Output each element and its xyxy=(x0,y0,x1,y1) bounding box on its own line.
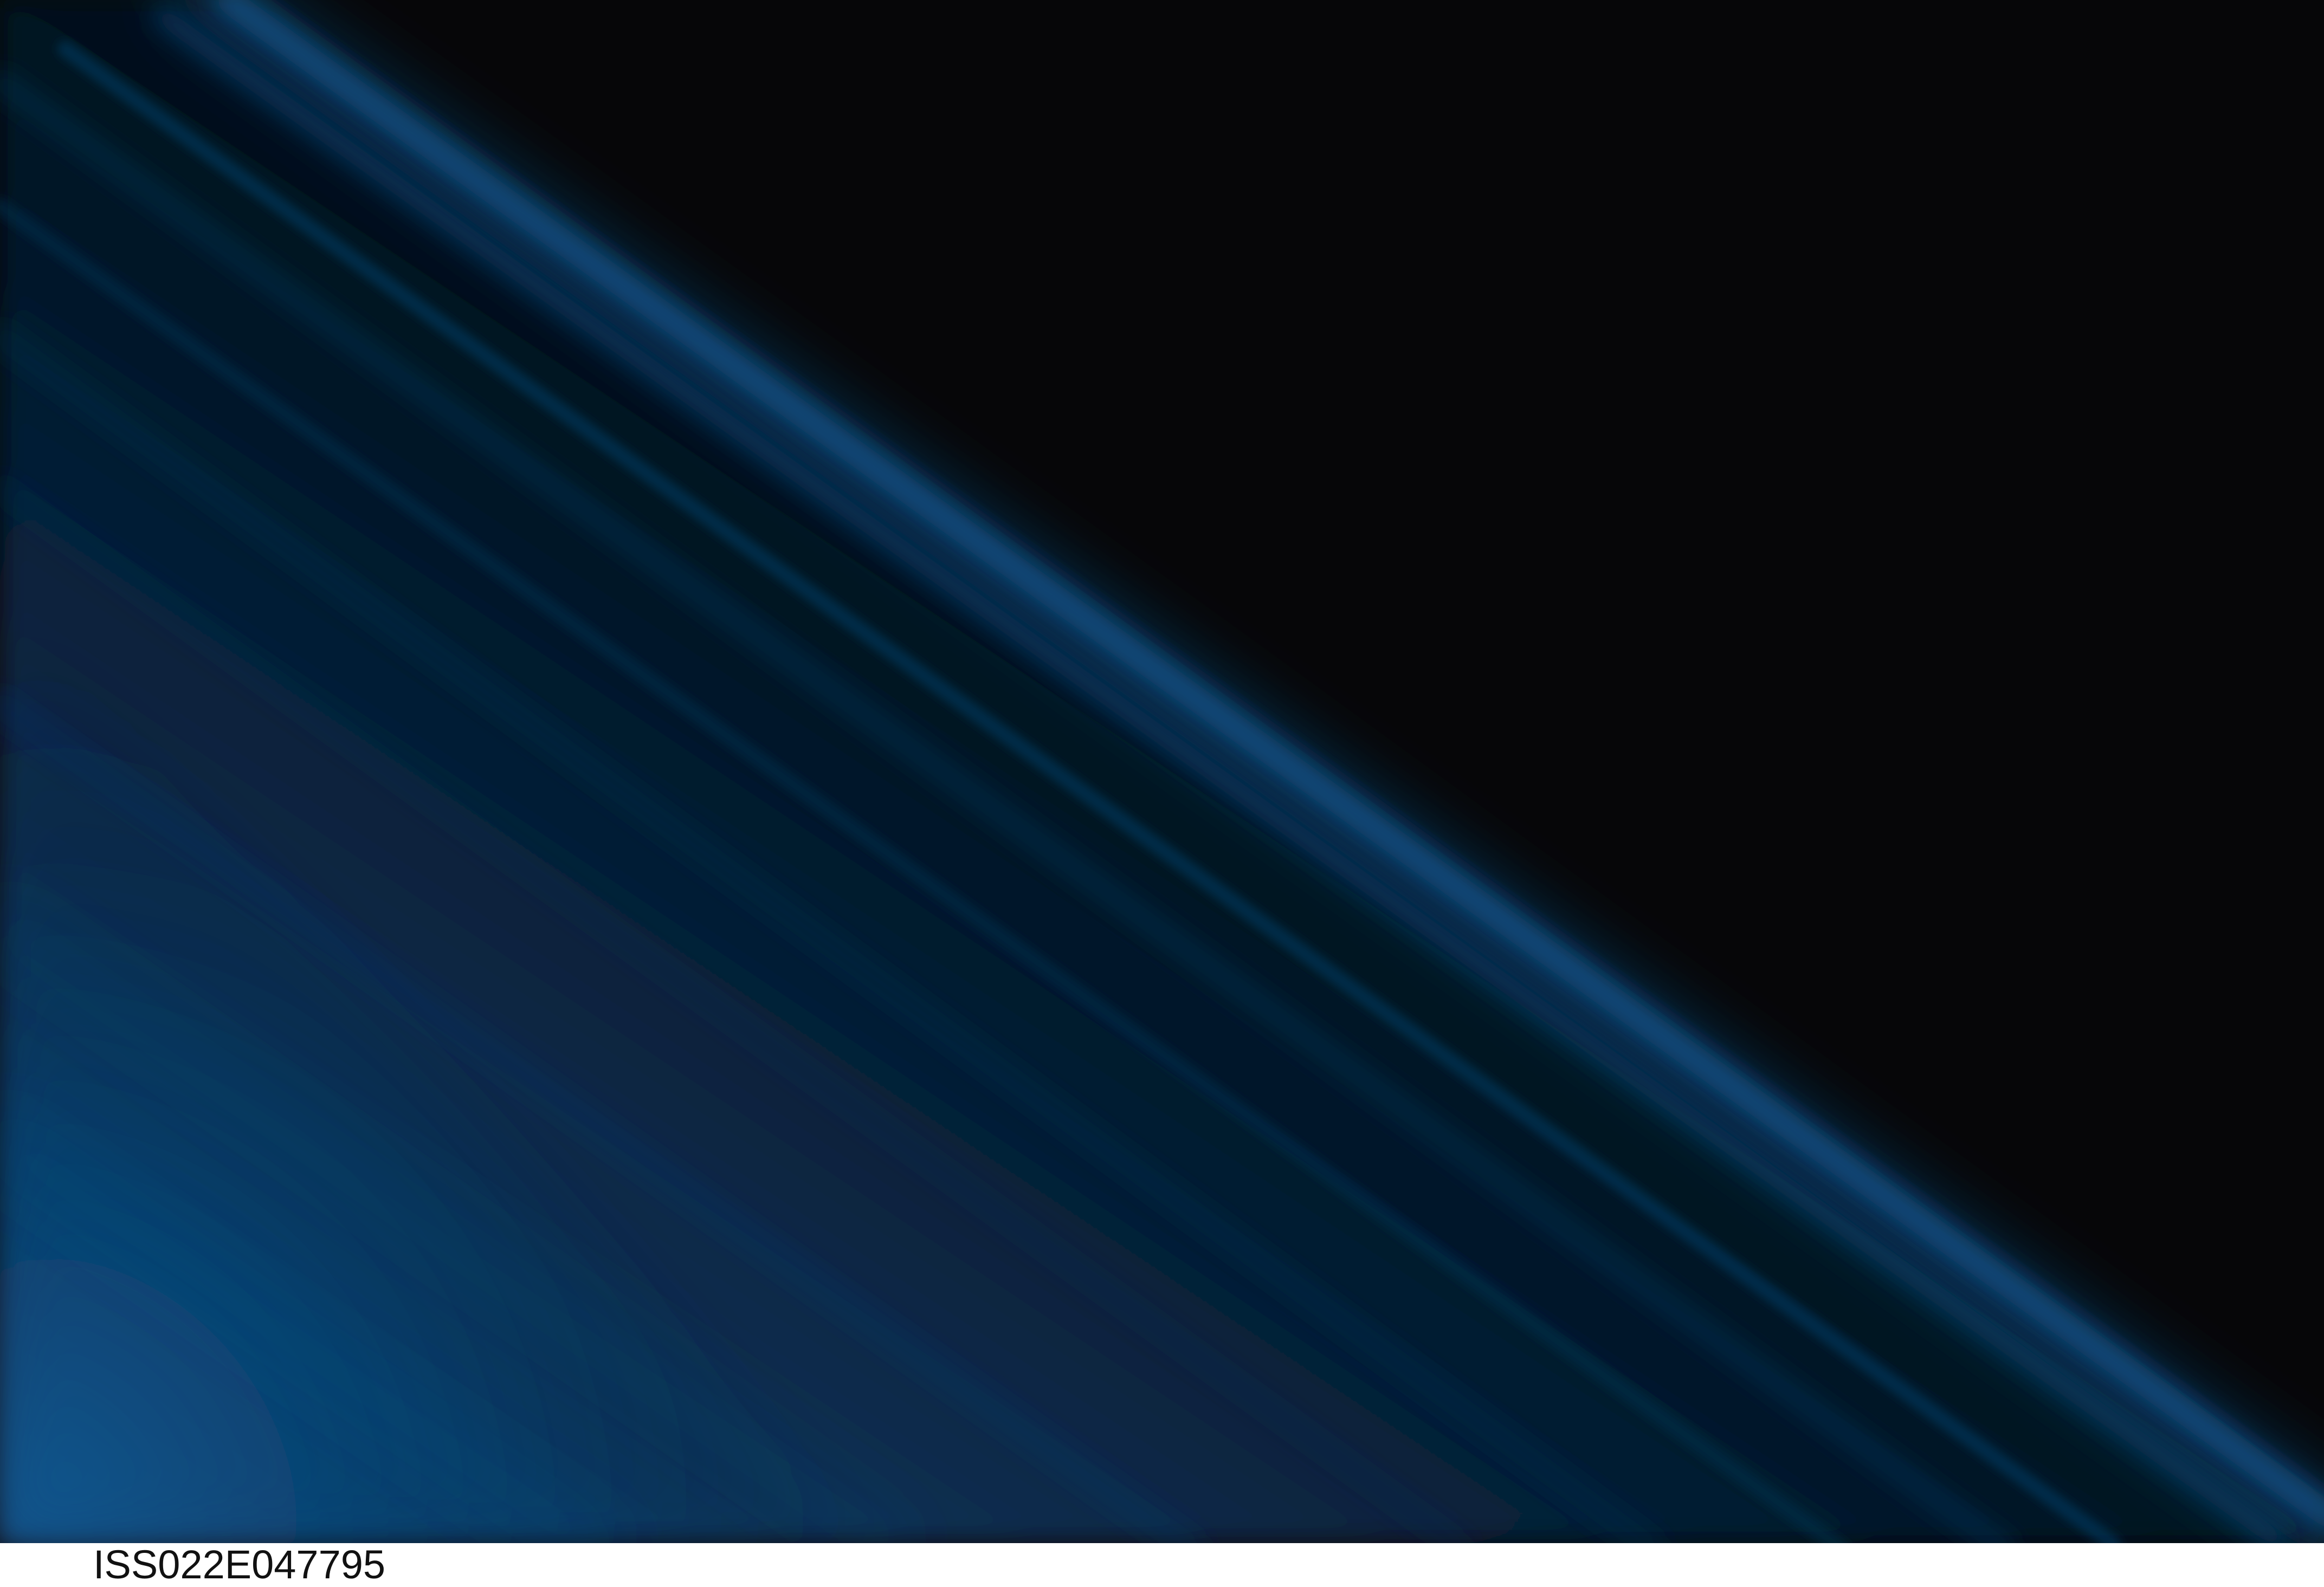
image-id-caption: ISS022E047795 xyxy=(93,1542,386,1587)
image-frame: ISS022E047795 xyxy=(0,0,2324,1587)
space-photo xyxy=(0,0,2324,1543)
airglow-image xyxy=(0,0,2324,1543)
